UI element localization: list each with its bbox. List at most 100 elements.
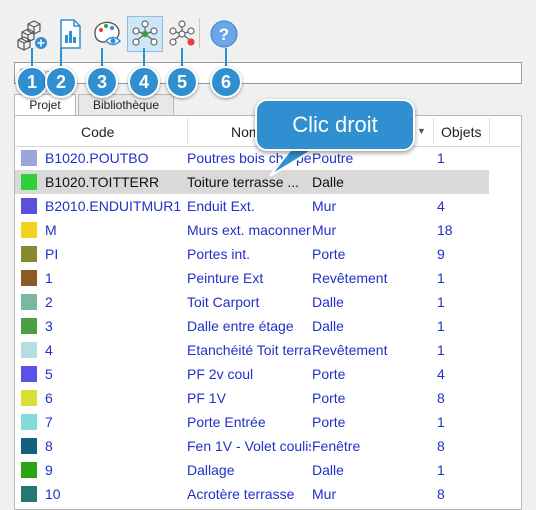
number-badge: 2 (45, 66, 77, 98)
code-cell: 1 (45, 270, 53, 286)
name-cell: Portes int. (187, 246, 251, 262)
name-cell: Porte Entrée (187, 414, 266, 430)
table-row[interactable]: 4 Etanchéité Toit terrasseRevêtement 1 (15, 338, 521, 362)
toolbar-separator (199, 18, 200, 48)
table-row[interactable]: 10 Acrotère terrasse Mur 8 (15, 482, 521, 506)
color-swatch (21, 390, 37, 406)
code-cell: 8 (45, 438, 53, 454)
code-cell: M (45, 222, 57, 238)
objects-cell: 4 (437, 198, 445, 214)
type-cell: Mur (312, 486, 337, 502)
help-button[interactable]: ? (206, 16, 242, 52)
svg-text:?: ? (219, 25, 229, 44)
color-swatch (21, 270, 37, 286)
code-cell: 9 (45, 462, 53, 478)
badge-connector (143, 48, 145, 66)
code-cell: 4 (45, 342, 53, 358)
color-swatch (21, 414, 37, 430)
network-view-button[interactable] (127, 16, 163, 52)
objects-cell: 9 (437, 246, 445, 262)
name-cell: Dalle entre étage (187, 318, 294, 334)
tab-projet[interactable]: Projet (14, 94, 76, 115)
name-cell: Acrotère terrasse (187, 486, 295, 502)
number-badge: 1 (16, 66, 48, 98)
color-swatch (21, 294, 37, 310)
code-cell: B1020.TOITTERR (45, 174, 160, 190)
table-row[interactable]: 3 Dalle entre étage Dalle 1 (15, 314, 521, 338)
objects-cell: 8 (437, 438, 445, 454)
objects-cell: 1 (437, 462, 445, 478)
name-cell: Toiture terrasse ... (187, 174, 300, 190)
table-row[interactable]: 6 PF 1V Porte 8 (15, 386, 521, 410)
objects-cell: 8 (437, 486, 445, 502)
name-cell: Etanchéité Toit terrasse (187, 342, 311, 358)
report-button[interactable] (52, 16, 88, 52)
name-cell: PF 1V (187, 390, 226, 406)
table-row[interactable]: 1 Peinture Ext Revêtement 1 (15, 266, 521, 290)
color-swatch (21, 174, 37, 190)
badge-connector (60, 48, 62, 66)
code-cell: 10 (45, 486, 61, 502)
type-cell: Fenêtre (312, 438, 361, 454)
component-table: Code Nom Type ▼ Objets B1020.POUTBOPoutr… (14, 115, 522, 510)
table-row[interactable]: 7 Porte Entrée Porte 1 (15, 410, 521, 434)
name-cell: Enduit Ext. (187, 198, 255, 214)
color-swatch (21, 342, 37, 358)
column-header-code[interactable]: Code (81, 124, 114, 140)
name-cell: Dallage (187, 462, 235, 478)
objects-cell: 18 (437, 222, 453, 238)
type-cell: Dalle (312, 318, 344, 334)
type-cell: Mur (312, 198, 337, 214)
number-badge: 5 (166, 66, 198, 98)
column-header-objets[interactable]: Objets (441, 124, 481, 140)
color-swatch (21, 246, 37, 262)
type-cell: Dalle (312, 462, 344, 478)
type-cell: Porte (312, 414, 346, 430)
color-swatch (21, 150, 37, 166)
name-cell: Poutres bois charpente (187, 150, 311, 166)
sort-arrow-icon: ▼ (417, 126, 426, 136)
network-red-button[interactable] (164, 16, 200, 52)
color-swatch (21, 438, 37, 454)
color-swatch (21, 462, 37, 478)
color-swatch (21, 486, 37, 502)
objects-cell: 1 (437, 294, 445, 310)
objects-cell: 1 (437, 414, 445, 430)
number-badge: 4 (128, 66, 160, 98)
table-row[interactable]: B1020.TOITTERR Toiture terrasse ... Dalle (15, 170, 521, 194)
table-row[interactable]: 8 Fen 1V - Volet coulissantFenêtre 8 (15, 434, 521, 458)
code-cell: 6 (45, 390, 53, 406)
add-component-button[interactable] (14, 16, 50, 52)
color-swatch (21, 366, 37, 382)
color-swatch (21, 318, 37, 334)
code-cell: 3 (45, 318, 53, 334)
name-cell: PF 2v coul (187, 366, 254, 382)
code-cell: 5 (45, 366, 53, 382)
palette-eye-icon (94, 21, 122, 46)
network-graph-red-icon (169, 20, 195, 46)
type-cell: Mur (312, 222, 337, 238)
table-body: B1020.POUTBO Poutres bois charpentePoutre… (15, 146, 521, 506)
badge-connector (31, 48, 33, 66)
table-row[interactable]: 5 PF 2v coul Porte 4 (15, 362, 521, 386)
type-cell: Poutre (312, 150, 354, 166)
type-cell: Revêtement (312, 270, 388, 286)
objects-cell: 1 (437, 318, 445, 334)
table-row[interactable]: 9 Dallage Dalle 1 (15, 458, 521, 482)
table-row[interactable]: B2010.ENDUITMUR1 Enduit Ext. Mur 4 (15, 194, 521, 218)
type-cell: Revêtement (312, 342, 388, 358)
table-row[interactable]: M Murs ext. maconnerie Mur 18 (15, 218, 521, 242)
objects-cell: 1 (437, 342, 445, 358)
tab-bibliotheque[interactable]: Bibliothèque (78, 94, 174, 115)
name-cell: Peinture Ext (187, 270, 264, 286)
table-row[interactable]: 2 Toit Carport Dalle 1 (15, 290, 521, 314)
type-cell: Dalle (312, 294, 344, 310)
color-swatch (21, 198, 37, 214)
color-swatch (21, 222, 37, 238)
number-badge: 3 (86, 66, 118, 98)
network-graph-icon (132, 20, 158, 46)
name-cell: Murs ext. maconnerie (187, 222, 311, 238)
appearance-button[interactable] (90, 16, 126, 52)
table-row[interactable]: PI Portes int. Porte 9 (15, 242, 521, 266)
objects-cell: 1 (437, 270, 445, 286)
